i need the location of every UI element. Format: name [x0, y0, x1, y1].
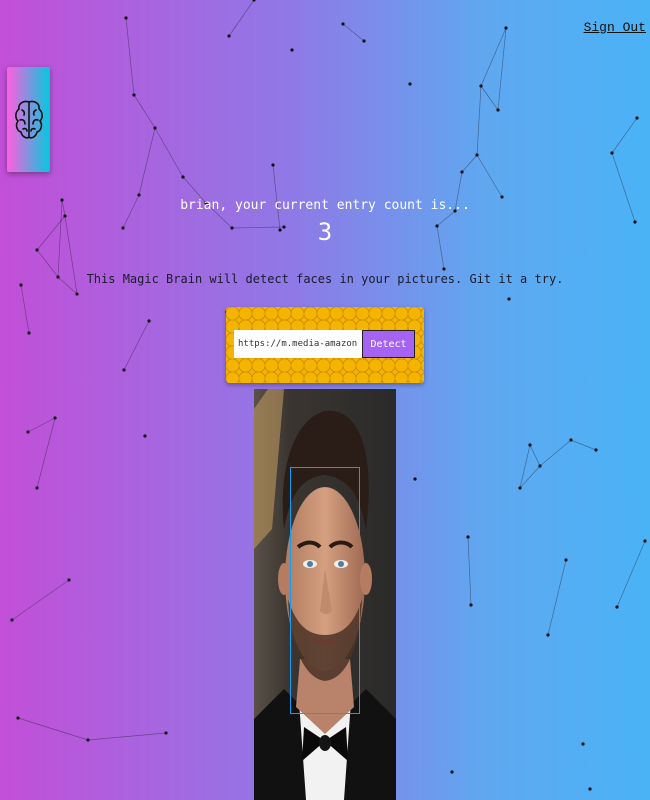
particle-link: [20, 284, 30, 334]
particle-link: [476, 85, 482, 156]
particle-link: [11, 579, 70, 621]
face-image: [254, 389, 396, 800]
particle-link: [461, 154, 478, 173]
particle-dot: [10, 618, 14, 622]
particle-link: [529, 444, 541, 467]
particle-dot: [635, 116, 639, 120]
particle-dot: [27, 331, 31, 335]
particle-dot: [518, 486, 522, 490]
particle-link: [125, 17, 135, 96]
particle-dot: [362, 39, 366, 43]
particle-dot: [469, 603, 473, 607]
particle-dot: [615, 605, 619, 609]
particle-link: [36, 417, 56, 489]
particle-dot: [504, 26, 508, 30]
particle-link: [476, 154, 503, 198]
particle-dot: [581, 742, 585, 746]
particle-dot: [588, 787, 592, 791]
face-bounding-box: [290, 467, 360, 714]
particle-dot: [132, 93, 136, 97]
particle-dot: [75, 292, 79, 296]
particle-link: [480, 85, 499, 111]
particle-dot: [124, 16, 128, 20]
particle-dot: [610, 151, 614, 155]
rank-message: brian, your current entry count is...: [180, 198, 470, 213]
particle-dot: [86, 738, 90, 742]
particle-link: [123, 320, 150, 371]
particle-link: [342, 23, 365, 42]
particle-link: [616, 540, 646, 608]
particle-dot: [569, 438, 573, 442]
particle-dot: [564, 558, 568, 562]
particle-dot: [16, 716, 20, 720]
particle-dot: [147, 319, 151, 323]
particle-link: [87, 732, 167, 741]
particle-dot: [271, 163, 275, 167]
particle-link: [539, 439, 572, 467]
particle-dot: [442, 267, 446, 271]
particle-dot: [643, 539, 647, 543]
tagline: This Magic Brain will detect faces in yo…: [86, 272, 564, 286]
particle-dot: [181, 175, 185, 179]
particle-dot: [460, 170, 464, 174]
sign-out-link[interactable]: Sign Out: [584, 20, 646, 35]
particle-dot: [290, 48, 294, 52]
particle-dot: [496, 108, 500, 112]
particle-dot: [153, 126, 157, 130]
particle-link: [133, 94, 156, 129]
particle-dot: [26, 430, 30, 434]
particle-link: [547, 559, 567, 636]
particle-dot: [546, 633, 550, 637]
particle-dot: [450, 770, 454, 774]
logo[interactable]: [7, 67, 50, 172]
detect-button[interactable]: Detect: [362, 330, 415, 358]
image-url-form: Detect: [226, 307, 424, 383]
particle-link: [138, 127, 156, 196]
brain-icon: [14, 100, 43, 139]
particle-dot: [408, 82, 412, 86]
particle-dot: [35, 486, 39, 490]
particle-dot: [53, 416, 57, 420]
particle-link: [519, 465, 541, 489]
particle-dot: [341, 22, 345, 26]
particle-dot: [475, 153, 479, 157]
particle-link: [611, 117, 638, 154]
particle-dot: [227, 34, 231, 38]
particle-dot: [164, 731, 168, 735]
image-url-input[interactable]: [234, 330, 362, 358]
particle-dot: [67, 578, 71, 582]
particle-dot: [143, 434, 147, 438]
particle-link: [497, 27, 507, 111]
entry-count: 3: [317, 218, 333, 246]
particle-dot: [122, 368, 126, 372]
particle-link: [27, 417, 56, 433]
particle-link: [154, 127, 184, 178]
particle-link: [570, 439, 597, 451]
particle-dot: [538, 464, 542, 468]
particle-dot: [137, 193, 141, 197]
particle-dot: [413, 477, 417, 481]
particle-link: [467, 536, 472, 606]
particle-dot: [507, 297, 511, 301]
particle-dot: [528, 443, 532, 447]
particle-dot: [466, 535, 470, 539]
particle-link: [519, 444, 531, 489]
particle-dot: [479, 84, 483, 88]
particle-dot: [594, 448, 598, 452]
particle-link: [228, 0, 255, 37]
particle-dot: [35, 248, 39, 252]
particle-link: [480, 27, 507, 87]
particle-link: [17, 717, 89, 741]
